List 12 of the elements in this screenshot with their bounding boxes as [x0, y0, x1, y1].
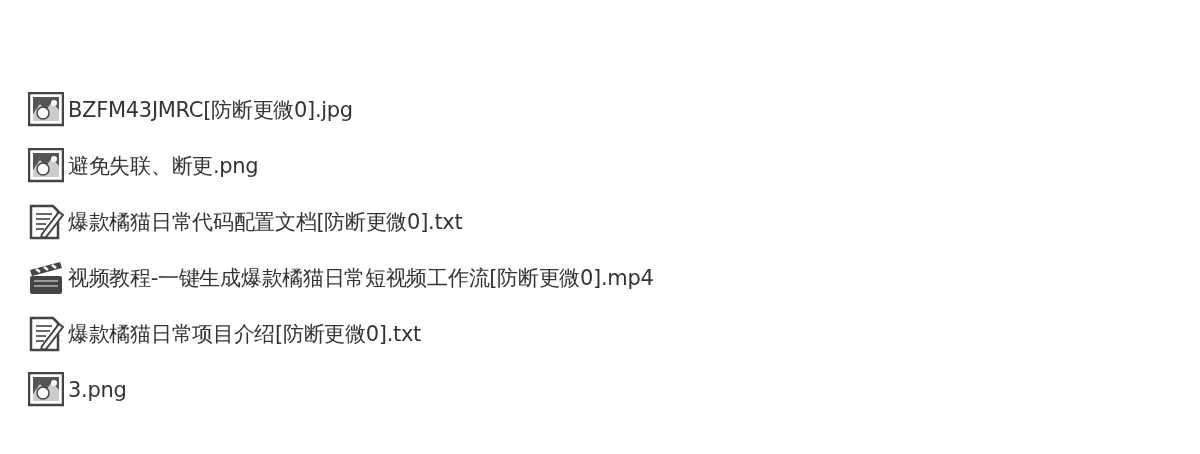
file-name[interactable]: BZFM43JMRC[防断更微0].jpg — [68, 96, 353, 124]
file-name[interactable]: 爆款橘猫日常代码配置文档[防断更微0].txt — [68, 208, 463, 236]
clapperboard-icon — [28, 260, 64, 296]
document-pencil-icon — [28, 316, 64, 352]
document-pencil-icon — [28, 204, 64, 240]
file-name[interactable]: 爆款橘猫日常项目介绍[防断更微0].txt — [68, 320, 422, 348]
file-name[interactable]: 避免失联、断更.png — [68, 152, 259, 180]
image-icon — [28, 372, 64, 408]
file-name[interactable]: 3.png — [68, 378, 127, 402]
image-icon — [28, 148, 64, 184]
image-icon — [28, 92, 64, 128]
file-name[interactable]: 视频教程-一键生成爆款橘猫日常短视频工作流[防断更微0].mp4 — [68, 264, 654, 292]
